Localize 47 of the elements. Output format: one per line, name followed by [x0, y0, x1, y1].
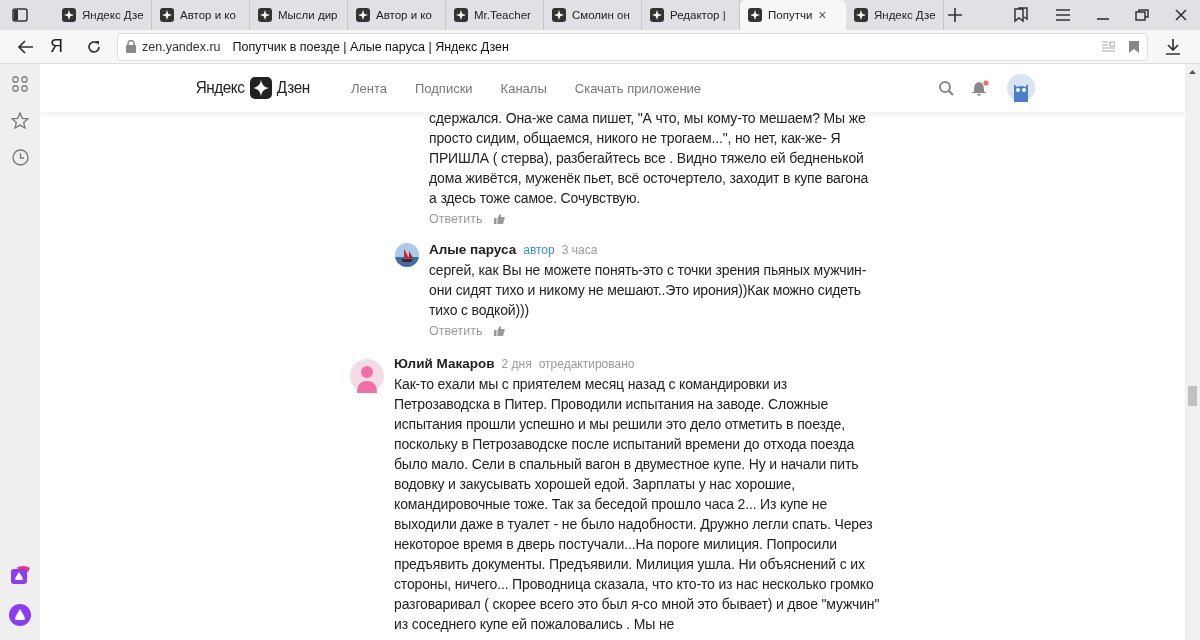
logo-icon[interactable]: [250, 77, 273, 99]
edited-label: отредактировано: [538, 357, 635, 371]
comment-text: Как-то ехали мы с приятелем месяц назад с командировки из Петрозаводска в Питер. Проводили испытания на заводе. Сложные испытания прошли успешно и мы решили это дело отметить в поезде, поскольку в Петрозаводске после испытаний времени до отхода поезда было мало. Сели в спальный вагон в двуместное купе. Ну и начали пить водовку и закусывать хорошей едой. Зарплаты у нас хорошие, командировочные тоже. Так за беседой прошло часа 2... Из купе не выходили даже в туалет - не было надобности. Дружно легли спать. Через некоторое время в дверь постучали...На пороге милиция. Попросили предъявить документы. Предъявили. Милиция ушла. Ни объяснений с их стороны, ничего... Проводница сказала, что кто-то из нас несколько громко разговаривал ( скорее всего это был я-со мной это бывает) и двое "мужчин" из соседнего купе ей пожаловались . Мы не: [394, 375, 881, 634]
sidebar-toggle-icon[interactable]: [12, 8, 28, 22]
nav-link[interactable]: Лента: [351, 80, 387, 96]
scrollbar[interactable]: [1185, 64, 1200, 640]
author-name[interactable]: Алые паруса: [429, 242, 517, 257]
maximize-icon[interactable]: [1135, 9, 1149, 21]
download-icon[interactable]: [1166, 38, 1180, 55]
comment-text: сергей, как Вы не можете понять-это с точки зрения пьяных мужчин-они сидят тихо и никому не мешают..Это ирония))Как можно сидеть тихо с водкой))): [429, 261, 868, 320]
bookmarks-icon[interactable]: [1013, 7, 1029, 23]
author-name[interactable]: Юлий Макаров: [394, 356, 495, 371]
comment-text: сдержался. Она-же сама пишет, "А что, мы кому-то мешаем? Мы же просто сидим, общаемся, никого не трогаем...", но нет, как-же- Я ПРИШЛА ( стерва), разбегайтесь все . Видно тяжело ей бедненькой дома живётся, муженёк пьет, всё осточертело, заходит в купе вагона а здесь тоже самое. Сочувствую.: [429, 109, 870, 208]
thumbs-up-icon[interactable]: [494, 326, 506, 336]
back-icon[interactable]: [18, 39, 34, 54]
bookmark-icon[interactable]: [1129, 40, 1139, 53]
scroll-up-icon[interactable]: [1189, 70, 1196, 74]
url-text: zen.yandex.ru: [142, 39, 221, 54]
new-tab-icon[interactable]: [948, 8, 962, 22]
logo-text[interactable]: Яндекс: [195, 78, 245, 98]
history-icon[interactable]: [11, 149, 29, 166]
comment-time: 2 дня: [501, 357, 532, 371]
user-avatar[interactable]: [1007, 74, 1035, 102]
browser-logo[interactable]: Я: [50, 36, 63, 57]
assistant-icon[interactable]: [9, 604, 31, 626]
page-title: Попутчик в поезде | Алые паруса | Яндекс Дзен: [232, 39, 509, 54]
address-field[interactable]: zen.yandex.ru Попутчик в поезде | Алые паруса | Яндекс Дзен: [117, 32, 1148, 61]
nav-link[interactable]: Скачать приложение: [574, 80, 702, 96]
star-icon[interactable]: [11, 112, 29, 129]
notifications-icon[interactable]: [972, 80, 989, 96]
menu-icon[interactable]: [1055, 9, 1071, 21]
logo-text[interactable]: Дзен: [277, 78, 310, 98]
assistant-app-icon[interactable]: [10, 564, 30, 584]
close-tab-button[interactable]: ×: [818, 7, 827, 23]
search-icon[interactable]: [939, 80, 954, 96]
reload-icon[interactable]: [87, 39, 101, 54]
nav-link[interactable]: Подписки: [415, 80, 473, 96]
apps-icon[interactable]: [12, 76, 28, 92]
author-label: автор: [523, 243, 555, 257]
comment-time: 3 часа: [561, 243, 598, 257]
lock-icon: [126, 40, 136, 53]
close-icon[interactable]: [1175, 9, 1187, 21]
browser-tab[interactable]: Попутчи ×: [740, 0, 846, 30]
user-silhouette-avatar: [350, 359, 384, 393]
nav-link[interactable]: Каналы: [500, 80, 547, 96]
scroll-thumb[interactable]: [1188, 386, 1197, 406]
thumbs-up-icon[interactable]: [494, 214, 506, 224]
